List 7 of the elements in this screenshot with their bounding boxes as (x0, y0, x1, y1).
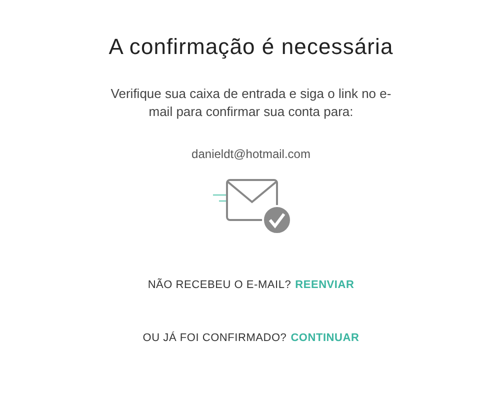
action-link[interactable]: REENVIAR (295, 277, 354, 294)
prompt-text: OU JÁ FOI CONFIRMADO? (142, 330, 287, 346)
instruction-text: Verifique sua caixa de entrada e siga o link no e-mail para confirmar sua conta para: (110, 85, 392, 121)
page-title: A confirmação é necessária (108, 33, 394, 61)
action-link[interactable]: CONTINUAR (290, 330, 360, 346)
email-address: danieldt@hotmail.com (192, 146, 310, 163)
prompt-text: NÃO RECEBEU O E-MAIL? (148, 277, 292, 293)
